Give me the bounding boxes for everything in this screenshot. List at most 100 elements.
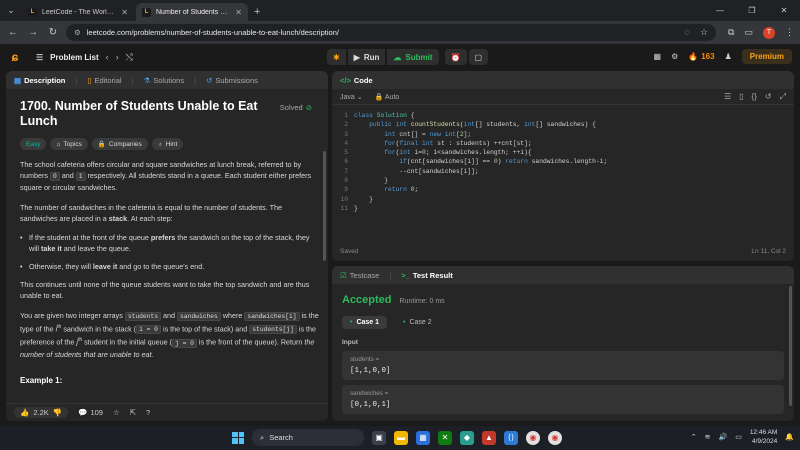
vscode-icon[interactable]: ⟨⟩ xyxy=(504,430,518,445)
back-icon[interactable]: ← xyxy=(6,27,20,38)
code-line[interactable]: 11} xyxy=(332,204,794,213)
line-code: for(final int st : students) ++cnt[st]; xyxy=(384,139,532,147)
star-icon[interactable]: ☆ xyxy=(113,408,120,417)
notification-icon[interactable]: 🔔 xyxy=(785,433,794,441)
url-input[interactable]: ⚙ leetcode.com/problems/number-of-studen… xyxy=(66,24,717,41)
auto-mode[interactable]: 🔒 Auto xyxy=(375,93,400,101)
code-tab[interactable]: </> Code xyxy=(340,76,373,85)
code-line[interactable]: 8 } xyxy=(332,176,794,185)
help-icon[interactable]: ? xyxy=(146,408,150,417)
code-line[interactable]: 6 if(cnt[sandwiches[i]] == 0) return san… xyxy=(332,157,794,166)
streak-counter[interactable]: 🔥 163 xyxy=(688,52,714,61)
language-select[interactable]: Java ⌄ xyxy=(340,93,363,101)
code-line[interactable]: 7 --cnt[sandwiches[i]]; xyxy=(332,167,794,176)
file-explorer-icon[interactable]: ▬ xyxy=(394,430,408,445)
code-line[interactable]: 3 int cnt[] = new int[2]; xyxy=(332,130,794,139)
reset-icon[interactable]: ↺ xyxy=(765,92,772,102)
tab-test-result[interactable]: >_ Test Result xyxy=(401,271,452,280)
prev-problem-icon[interactable]: ‹ xyxy=(106,52,109,62)
site-info-icon[interactable]: ⚙ xyxy=(74,28,81,37)
submit-button[interactable]: ☁ Submit xyxy=(387,49,439,65)
thumbs-down-icon[interactable]: 👎 xyxy=(53,408,62,417)
case-2-tab[interactable]: • Case 2 xyxy=(395,316,440,329)
xbox-icon[interactable]: ✕ xyxy=(438,430,452,445)
chrome-profile-icon[interactable]: ◉ xyxy=(548,430,562,445)
code-line[interactable]: 5 for(int i=0; i<sandwiches.length; ++i)… xyxy=(332,148,794,157)
like-button[interactable]: 👍 2.2K 👎 xyxy=(14,407,69,418)
scrollbar[interactable] xyxy=(789,286,792,406)
minimize-icon[interactable]: — xyxy=(704,0,736,21)
saved-status: Saved xyxy=(340,248,359,255)
code-line[interactable]: 2 public int countStudents(int[] student… xyxy=(332,120,794,129)
code-editor[interactable]: 1 class Solution {2 public int countStude… xyxy=(332,105,794,213)
next-problem-icon[interactable]: › xyxy=(116,52,119,62)
new-tab-icon[interactable]: + xyxy=(254,6,260,18)
app-icon[interactable]: ◆ xyxy=(460,430,474,445)
layout-icon[interactable]: ▦ xyxy=(654,52,662,61)
tab-solutions[interactable]: ⚗ Solutions xyxy=(144,76,185,85)
leetcode-logo-icon[interactable]: ɕ xyxy=(8,50,22,64)
taskbar-search[interactable]: ⌕ Search xyxy=(252,429,364,446)
hint-tag[interactable]: ♁ Hint xyxy=(151,138,184,150)
premium-button[interactable]: Premium xyxy=(741,49,792,64)
reload-icon[interactable]: ↻ xyxy=(46,27,60,38)
var-value: [1,1,0,0] xyxy=(350,367,391,375)
case-1-tab[interactable]: • Case 1 xyxy=(342,316,388,329)
battery-icon[interactable]: ▭ xyxy=(735,433,742,441)
tab-search-icon[interactable]: ⌄ xyxy=(0,0,22,21)
close-tab-icon[interactable]: ✕ xyxy=(121,8,128,17)
cursor-position: Ln 11, Col 2 xyxy=(751,248,786,255)
game-app-icon[interactable]: ▲ xyxy=(482,430,496,445)
code-toolbar: Java ⌄ 🔒 Auto ☰ ▯ {} ↺ ⤢ xyxy=(332,89,794,105)
problem-list-button[interactable]: Problem List xyxy=(50,53,98,62)
fullscreen-icon[interactable]: ⤢ xyxy=(780,92,786,102)
close-window-icon[interactable]: ✕ xyxy=(768,0,800,21)
windows-start-icon[interactable] xyxy=(232,431,244,444)
line-number: 10 xyxy=(340,195,348,203)
chrome-icon[interactable]: ◉ xyxy=(526,430,540,445)
bookmark-icon[interactable]: ▯ xyxy=(739,92,743,102)
topics-tag[interactable]: ⌂ Topics xyxy=(50,138,88,150)
comments-button[interactable]: 💬 109 xyxy=(78,408,103,417)
profile-avatar[interactable]: T xyxy=(763,26,775,39)
extensions-icon[interactable]: ⧉ xyxy=(728,27,734,38)
notes-button[interactable]: ▢ xyxy=(468,49,489,65)
code-line[interactable]: 1 class Solution { xyxy=(332,111,794,120)
inline-code: sandwiches xyxy=(177,312,221,321)
code-line[interactable]: 10 } xyxy=(332,195,794,204)
close-tab-icon[interactable]: ✕ xyxy=(235,8,242,17)
sidebar-icon[interactable]: ▭ xyxy=(744,27,753,38)
browser-tab-leetcode-home[interactable]: L LeetCode - The World's Leading ✕ xyxy=(22,3,134,21)
companies-tag[interactable]: 🔒 Companies xyxy=(91,138,148,150)
menu-icon[interactable]: ⋮ xyxy=(785,27,794,38)
run-button[interactable]: ▶ Run xyxy=(347,49,386,65)
address-bar: ← → ↻ ⚙ leetcode.com/problems/number-of-… xyxy=(0,21,800,44)
forward-icon[interactable]: → xyxy=(26,27,40,38)
bookmark-star-icon[interactable]: ☆ xyxy=(700,27,708,38)
tab-editorial[interactable]: ▯ Editorial xyxy=(87,76,121,85)
chevron-up-icon[interactable]: ⌃ xyxy=(691,433,697,441)
code-line[interactable]: 9 return 0; xyxy=(332,185,794,194)
wifi-icon[interactable]: ≋ xyxy=(705,433,711,441)
share-icon[interactable]: ⇱ xyxy=(130,408,136,417)
lock-icon: 🔒 xyxy=(97,141,106,148)
scrollbar[interactable] xyxy=(323,151,326,261)
braces-icon[interactable]: {} xyxy=(752,92,757,102)
tab-submissions[interactable]: ↺ Submissions xyxy=(206,76,258,85)
timer-button[interactable]: ⏰ xyxy=(444,49,467,65)
task-view-icon[interactable]: ▣ xyxy=(372,430,386,445)
clock[interactable]: 12:46 AM 4/9/2024 xyxy=(750,428,777,446)
eye-off-icon[interactable]: ◌ xyxy=(685,27,690,38)
speaker-icon[interactable]: 🔊 xyxy=(718,433,727,441)
shuffle-icon[interactable]: ⤭ xyxy=(126,52,133,63)
settings-icon[interactable]: ⚙ xyxy=(671,52,678,61)
store-icon[interactable]: ▦ xyxy=(416,430,430,445)
browser-tab-problem[interactable]: L Number of Students Unable to ✕ xyxy=(136,3,248,21)
tab-description[interactable]: ▤ Description xyxy=(14,76,65,85)
maximize-icon[interactable]: ❐ xyxy=(736,0,768,21)
debug-button[interactable]: ✱ xyxy=(327,49,346,65)
code-line[interactable]: 4 for(final int st : students) ++cnt[st]… xyxy=(332,139,794,148)
format-icon[interactable]: ☰ xyxy=(724,92,731,102)
tab-testcase[interactable]: ☑ Testcase xyxy=(340,271,379,280)
user-avatar-icon[interactable]: ♟ xyxy=(725,52,732,61)
